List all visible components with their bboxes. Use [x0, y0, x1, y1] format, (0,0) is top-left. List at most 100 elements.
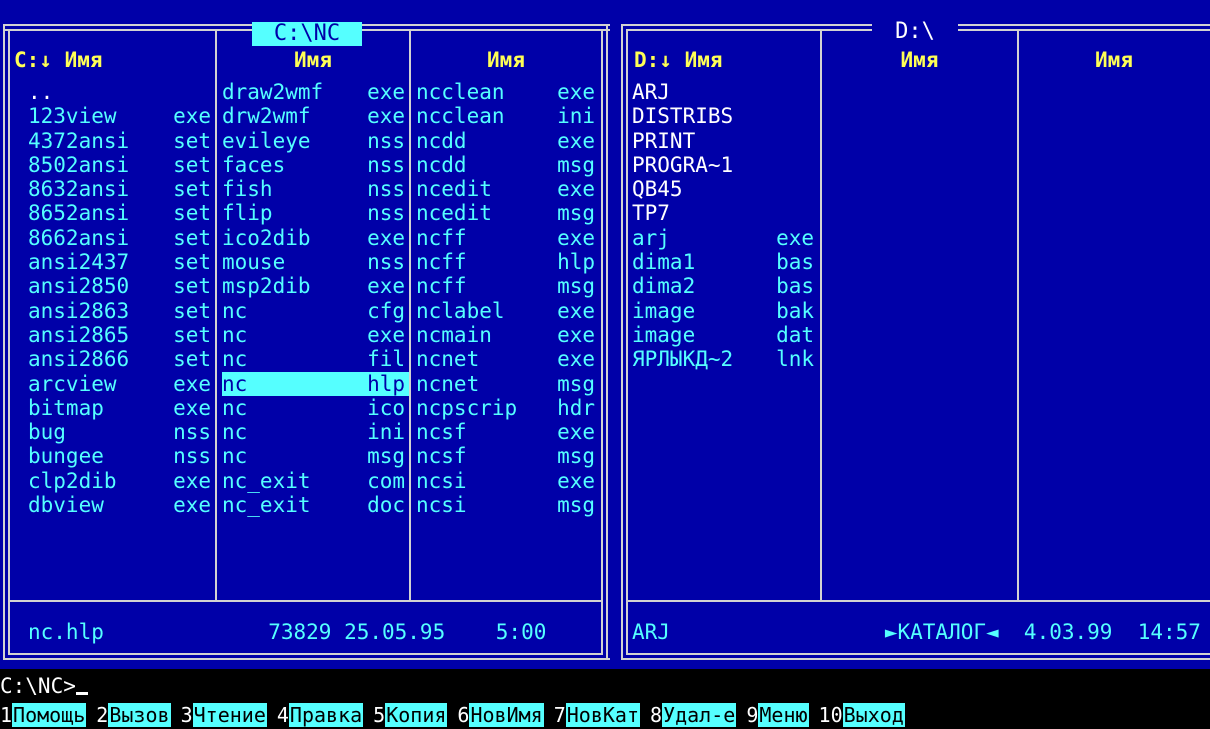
- file-entry[interactable]: arj exe: [632, 226, 818, 250]
- file-entry[interactable]: nc msg: [222, 444, 409, 468]
- function-key-2[interactable]: 2 Вызов: [96, 701, 171, 729]
- directory-entry[interactable]: DISTRIBS: [632, 104, 818, 128]
- function-key-4[interactable]: 4 Правка: [277, 701, 364, 729]
- file-entry[interactable]: 8632ansi set: [28, 177, 215, 201]
- entry-name: bug: [28, 420, 66, 445]
- entry-name: ncedit: [416, 201, 492, 226]
- entry-name: ncff: [416, 250, 467, 275]
- function-key-1[interactable]: 1 Помощь: [0, 701, 87, 729]
- command-line[interactable]: C:\NC>: [0, 672, 88, 700]
- file-entry[interactable]: nc_exit com: [222, 469, 409, 493]
- entry-name: ncsf: [416, 444, 467, 469]
- entry-extension: exe: [367, 322, 405, 347]
- file-entry[interactable]: fish nss: [222, 177, 409, 201]
- file-entry[interactable]: nc hlp: [222, 371, 409, 396]
- function-key-10[interactable]: 10 Выход: [819, 701, 905, 729]
- function-key-3[interactable]: 3 Чтение: [181, 701, 267, 729]
- file-entry[interactable]: ncdd exe: [416, 129, 599, 153]
- directory-entry[interactable]: QB45: [632, 177, 818, 201]
- file-entry[interactable]: ncsi exe: [416, 469, 599, 493]
- entry-extension: exe: [367, 80, 405, 104]
- entry-extension: fil: [367, 347, 405, 372]
- file-entry[interactable]: ncedit msg: [416, 201, 599, 225]
- file-entry[interactable]: 123view exe: [28, 104, 215, 128]
- directory-entry[interactable]: ..: [28, 80, 215, 104]
- file-entry[interactable]: clp2dib exe: [28, 469, 215, 493]
- file-entry[interactable]: nc fil: [222, 347, 409, 371]
- entry-name: nc: [222, 322, 248, 347]
- function-key-9[interactable]: 9 Меню: [746, 701, 809, 729]
- file-entry[interactable]: msp2dib exe: [222, 274, 409, 298]
- file-entry[interactable]: nclabel exe: [416, 299, 599, 323]
- file-entry[interactable]: ncclean ini: [416, 104, 599, 128]
- function-key-7[interactable]: 7 НовКат: [554, 701, 641, 729]
- file-entry[interactable]: mouse nss: [222, 250, 409, 274]
- function-key-number: 2: [96, 703, 109, 727]
- function-key-8[interactable]: 8 Удал-е: [650, 701, 737, 729]
- file-entry[interactable]: ncpscrip hdr: [416, 396, 599, 420]
- file-entry[interactable]: nc cfg: [222, 299, 409, 323]
- right-panel-status: ARJ ►КАТАЛОГ◄ 4.03.99 14:57: [632, 620, 1201, 644]
- file-entry[interactable]: ico2dib exe: [222, 226, 409, 250]
- file-entry[interactable]: 4372ansi set: [28, 129, 215, 153]
- file-entry[interactable]: ncnet msg: [416, 372, 599, 396]
- file-entry[interactable]: image dat: [632, 323, 818, 347]
- file-entry[interactable]: flip nss: [222, 201, 409, 225]
- file-entry[interactable]: ansi2863 set: [28, 299, 215, 323]
- file-entry[interactable]: ncdd msg: [416, 153, 599, 177]
- file-entry[interactable]: bitmap exe: [28, 396, 215, 420]
- file-entry[interactable]: bug nss: [28, 420, 215, 444]
- entry-extension: ico: [367, 395, 405, 420]
- entry-name: nc: [222, 395, 248, 420]
- directory-entry[interactable]: PRINT: [632, 129, 818, 153]
- function-key-label: НовКат: [565, 703, 641, 727]
- file-entry[interactable]: nc ini: [222, 420, 409, 444]
- entry-name: dima1: [632, 250, 696, 275]
- file-entry[interactable]: nc ico: [222, 396, 409, 420]
- file-entry[interactable]: ncmain exe: [416, 323, 599, 347]
- function-key-label: Чтение: [192, 703, 267, 727]
- entry-extension: exe: [776, 225, 814, 250]
- directory-entry[interactable]: PROGRA~1: [632, 153, 818, 177]
- entry-extension: set: [173, 298, 211, 323]
- file-entry[interactable]: bungee nss: [28, 444, 215, 468]
- function-key-5[interactable]: 5 Копия: [373, 701, 448, 729]
- file-entry[interactable]: evileye nss: [222, 129, 409, 153]
- file-entry[interactable]: ncsf exe: [416, 420, 599, 444]
- file-entry[interactable]: draw2wmf exe: [222, 80, 409, 104]
- file-entry[interactable]: ЯРЛЫКД~2 lnk: [632, 347, 818, 371]
- file-entry[interactable]: ncff exe: [416, 226, 599, 250]
- file-entry[interactable]: ncnet exe: [416, 347, 599, 371]
- file-entry[interactable]: nc_exit doc: [222, 493, 409, 517]
- function-key-6[interactable]: 6 НовИмя: [457, 701, 544, 729]
- file-entry[interactable]: 8662ansi set: [28, 226, 215, 250]
- file-entry[interactable]: ncclean exe: [416, 80, 599, 104]
- file-entry[interactable]: ncsi msg: [416, 493, 599, 517]
- file-entry[interactable]: image bak: [632, 299, 818, 323]
- file-entry[interactable]: nc exe: [222, 323, 409, 347]
- file-entry[interactable]: 8652ansi set: [28, 201, 215, 225]
- file-entry[interactable]: ansi2850 set: [28, 274, 215, 298]
- file-entry[interactable]: ansi2866 set: [28, 347, 215, 371]
- file-entry[interactable]: arcview exe: [28, 372, 215, 396]
- file-entry[interactable]: ncsf msg: [416, 444, 599, 468]
- entry-name: ARJ: [632, 80, 670, 104]
- directory-entry[interactable]: TP7: [632, 201, 818, 225]
- file-entry[interactable]: dima2 bas: [632, 274, 818, 298]
- file-entry[interactable]: dbview exe: [28, 493, 215, 517]
- file-entry[interactable]: ncff hlp: [416, 250, 599, 274]
- entry-extension: msg: [557, 371, 595, 396]
- directory-entry[interactable]: ARJ: [632, 80, 818, 104]
- file-entry[interactable]: dima1 bas: [632, 250, 818, 274]
- file-entry[interactable]: ncff msg: [416, 274, 599, 298]
- file-entry[interactable]: ansi2865 set: [28, 323, 215, 347]
- file-entry[interactable]: ansi2437 set: [28, 250, 215, 274]
- file-entry[interactable]: ncedit exe: [416, 177, 599, 201]
- entry-name: nc_exit: [222, 468, 311, 493]
- entry-name: PRINT: [632, 128, 696, 153]
- file-entry[interactable]: drw2wmf exe: [222, 104, 409, 128]
- file-entry[interactable]: 8502ansi set: [28, 153, 215, 177]
- entry-extension: set: [173, 347, 211, 372]
- file-entry[interactable]: faces nss: [222, 153, 409, 177]
- entry-extension: bas: [776, 250, 814, 275]
